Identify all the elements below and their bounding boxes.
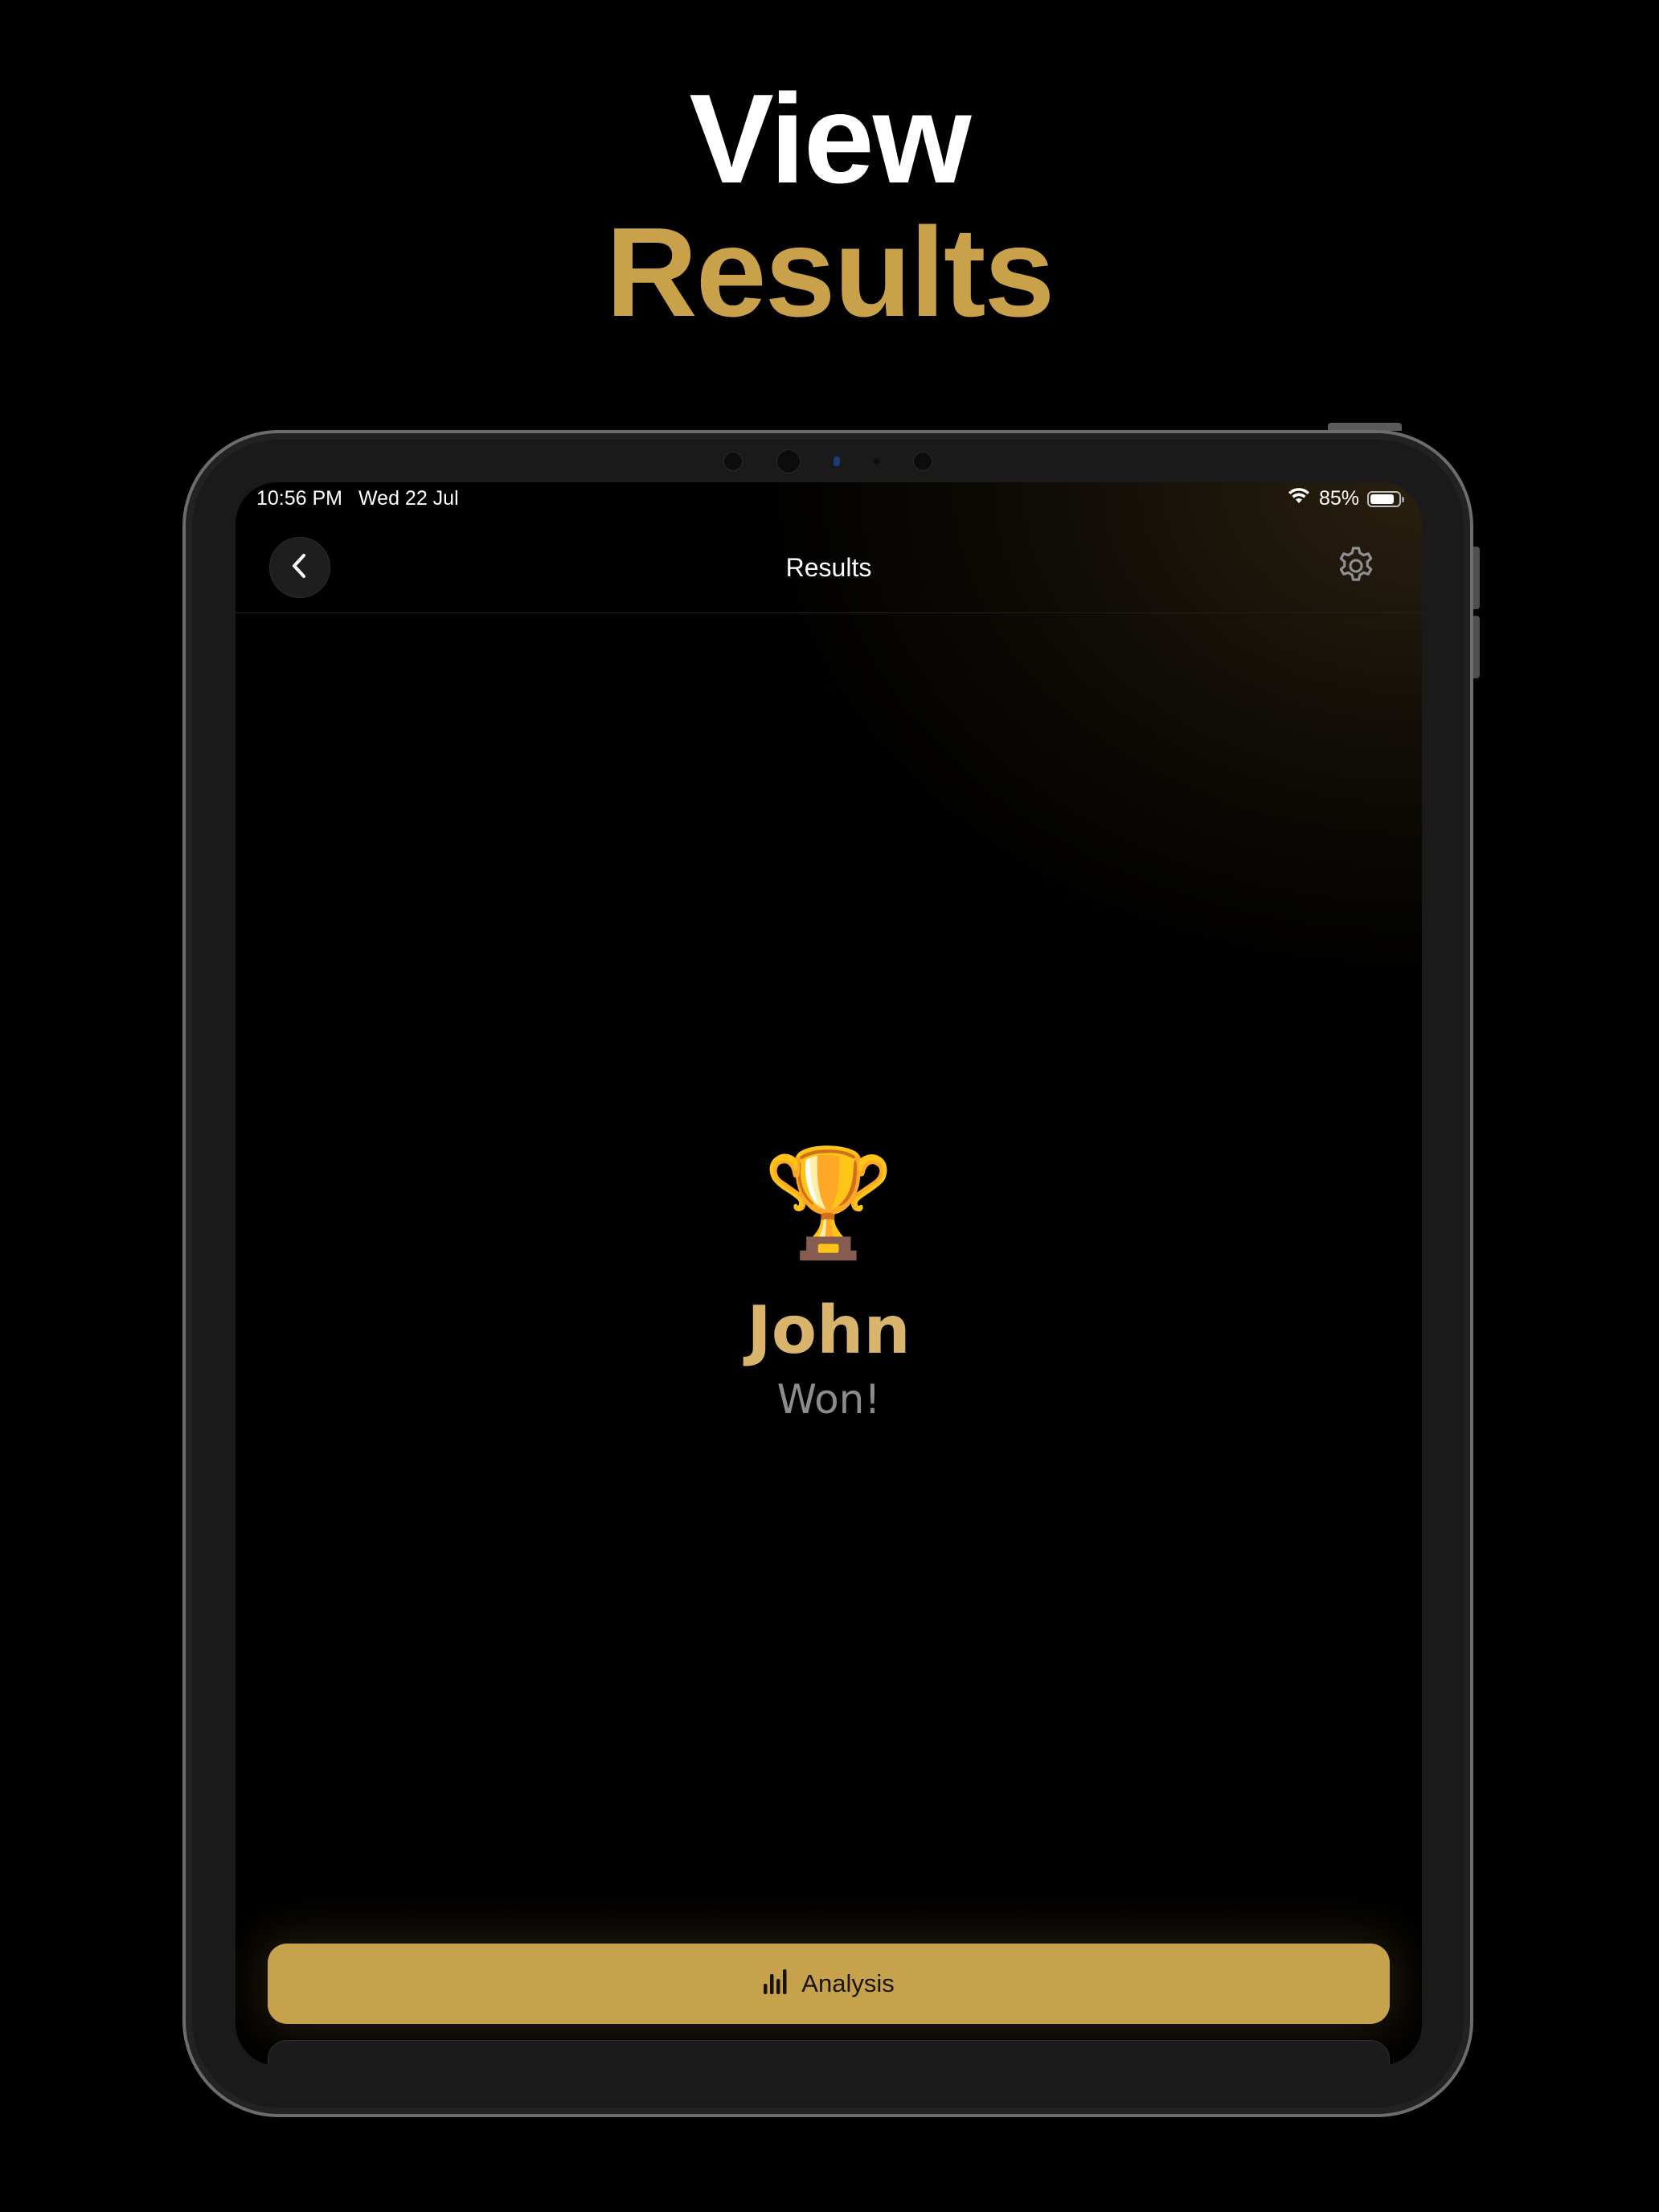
trophy-icon: 🏆: [762, 1144, 895, 1262]
bar-chart-icon: [763, 1966, 787, 2001]
gear-icon: [1335, 545, 1377, 591]
sensor-icon: [913, 452, 932, 471]
status-bar: 10:56 PM Wed 22 Jul 85%: [236, 482, 1422, 514]
marketing-headline: View Results: [0, 64, 1659, 336]
app-screen: 10:56 PM Wed 22 Jul 85% Results 🏆 John W…: [236, 482, 1422, 2066]
app-store-screenshot: View Results 10:56 PM Wed 22 Jul 85% Res…: [0, 0, 1659, 2212]
secondary-action-button[interactable]: [268, 2040, 1390, 2066]
camera-icon: [776, 449, 801, 473]
status-right: 85%: [1287, 487, 1404, 510]
sensor-icon: [723, 452, 743, 471]
camera-bar: [723, 449, 932, 473]
navigation-bar: Results: [236, 530, 1422, 613]
battery-icon: [1367, 490, 1404, 507]
device-volume-down-button: [1473, 616, 1480, 678]
wifi-icon: [1287, 487, 1311, 510]
indicator-light-icon: [834, 457, 840, 466]
status-time: 10:56 PM: [256, 487, 343, 510]
battery-percent: 85%: [1318, 487, 1359, 510]
ambient-sensor-icon: [873, 458, 880, 465]
status-date: Wed 22 Jul: [358, 487, 459, 510]
headline-line-2: Results: [605, 202, 1055, 343]
page-title: Results: [785, 553, 872, 582]
status-left: 10:56 PM Wed 22 Jul: [256, 487, 459, 510]
analysis-label: Analysis: [801, 1969, 895, 1997]
settings-button[interactable]: [1329, 540, 1383, 595]
headline-line-1: View: [689, 68, 971, 210]
winner-section: 🏆 John Won!: [236, 1143, 1422, 1428]
analysis-button[interactable]: Analysis: [268, 1944, 1390, 2024]
winner-status: Won!: [776, 1376, 881, 1423]
device-volume-up-button: [1473, 547, 1480, 609]
winner-name: John: [747, 1292, 911, 1369]
